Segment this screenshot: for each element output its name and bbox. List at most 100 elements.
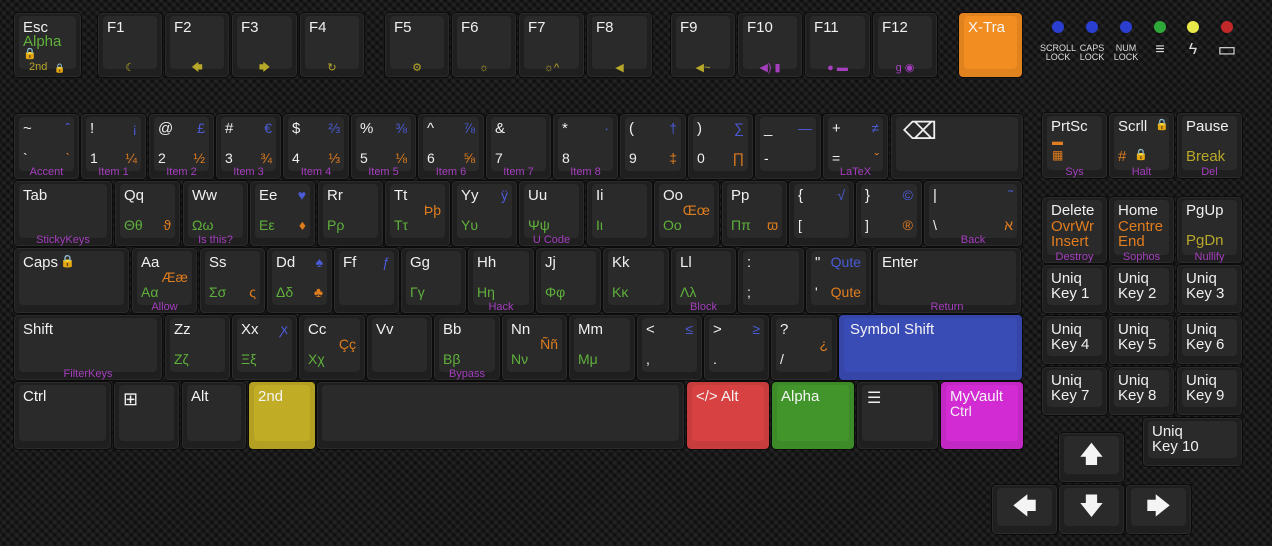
uniq-key-2[interactable]: Uniq Key 2 xyxy=(1108,264,1175,314)
x-key[interactable]: Xx Ξξ ꭗ xyxy=(231,314,298,381)
g-key[interactable]: Gg Γγ xyxy=(400,247,467,314)
f10-key[interactable]: F10 ◀) ▮ xyxy=(737,12,803,78)
n4-key[interactable]: $4 ⅔ ⅓ Item 4 xyxy=(282,113,350,180)
n6-key[interactable]: ^ 6 ⅞ ⅝ Item 6 xyxy=(417,113,485,180)
arrow-right-key[interactable]: 🡆 xyxy=(1125,484,1192,535)
uniq-key-9[interactable]: Uniq Key 9 xyxy=(1176,366,1243,416)
n7-key[interactable]: & 7 Item 7 xyxy=(485,113,552,180)
tab-key[interactable]: Tab StickyKeys xyxy=(13,180,113,247)
uniq-key-5[interactable]: Uniq Key 5 xyxy=(1108,315,1175,365)
uniq-key-7[interactable]: Uniq Key 7 xyxy=(1041,366,1108,416)
z-key[interactable]: Zz Ζζ xyxy=(164,314,231,381)
f5-key[interactable]: F5 ⚙ xyxy=(384,12,450,78)
f3-key[interactable]: F3 🡆 xyxy=(231,12,298,78)
i-key[interactable]: Ii Ιι xyxy=(586,180,653,247)
n3-key[interactable]: #3 € ¾ Item 3 xyxy=(215,113,282,180)
a-key[interactable]: Aa Αα Ææ Allow xyxy=(131,247,198,314)
f2-key[interactable]: F2 🡄 xyxy=(164,12,230,78)
arrow-up-key[interactable]: 🡅 xyxy=(1058,432,1125,483)
f1-key[interactable]: F1 ☾ xyxy=(97,12,163,78)
home-key[interactable]: Home Centre End Sophos xyxy=(1108,196,1175,264)
f-key[interactable]: Ff ƒ xyxy=(333,247,400,314)
arrow-down-key[interactable]: 🡇 xyxy=(1058,484,1125,535)
n1-key[interactable]: ! 1 ¡ ¼ Item 1 xyxy=(80,113,147,180)
f4-key[interactable]: F4 ↻ xyxy=(299,12,365,78)
period-key[interactable]: >. ≥ xyxy=(703,314,770,381)
prtsc-key[interactable]: PrtSc Sys ▬ ▦ xyxy=(1041,112,1108,179)
n-key[interactable]: Nn Νν Ññ xyxy=(501,314,568,381)
m-key[interactable]: Mm Μμ xyxy=(568,314,636,381)
lshift-key[interactable]: Shift FilterKeys xyxy=(13,314,163,381)
f7-key[interactable]: F7 ☼^ xyxy=(518,12,585,78)
l-key[interactable]: Ll Λλ Block xyxy=(670,247,737,314)
scrll-key[interactable]: Scrll # Halt 🔒 🔒 xyxy=(1108,112,1175,179)
base-symbol: 5 xyxy=(360,150,368,166)
space-key[interactable] xyxy=(316,381,685,450)
codealt-key[interactable]: </> Alt xyxy=(686,381,770,450)
n9-key[interactable]: (9 † ‡ xyxy=(619,113,687,180)
r-key[interactable]: Rr Ρρ xyxy=(317,180,384,247)
extra-bottom: Qute xyxy=(830,284,861,300)
quote-key[interactable]: " ' Qute Qute xyxy=(805,247,872,314)
e-key[interactable]: Ee Εε ♥ ♦ xyxy=(249,180,316,247)
n8-key[interactable]: * 8 · Item 8 xyxy=(552,113,619,180)
k-key[interactable]: Kk Κκ xyxy=(602,247,670,314)
delete-key[interactable]: Delete OvrWr Insert Destroy xyxy=(1041,196,1108,264)
v-key[interactable]: Vv xyxy=(366,314,433,381)
win-key[interactable]: ⊞ xyxy=(113,381,180,450)
uniq-key-1[interactable]: Uniq Key 1 xyxy=(1041,264,1108,314)
f6-key[interactable]: F6 ☼ xyxy=(451,12,517,78)
shift-symbol: ! xyxy=(90,120,95,137)
o-key[interactable]: Oo Οο Œœ xyxy=(653,180,720,247)
backspace-key[interactable]: ⌫ xyxy=(890,113,1024,180)
q-key[interactable]: Qq Θθ ϑ xyxy=(114,180,181,247)
uniq-key-10[interactable]: Uniq Key 10 xyxy=(1142,417,1243,467)
uniq-key-6[interactable]: Uniq Key 6 xyxy=(1176,315,1243,365)
alpha-key[interactable]: Alpha xyxy=(771,381,855,450)
esc-key[interactable]: Esc Alpha 🔒 2nd 🔒 xyxy=(13,12,82,78)
alt-key[interactable]: Alt xyxy=(181,381,247,450)
uniq-key-4[interactable]: Uniq Key 4 xyxy=(1041,315,1108,365)
rbracket-key[interactable]: }] © ® xyxy=(855,180,923,247)
f9-key[interactable]: F9 ◀~ xyxy=(670,12,736,78)
n2-key[interactable]: @2 £ ½ Item 2 xyxy=(148,113,215,180)
f8-key[interactable]: F8 ◀ xyxy=(586,12,653,78)
arrow-left-key[interactable]: 🡄 xyxy=(991,484,1058,535)
n0-key[interactable]: ) 0 ∑ ∏ xyxy=(687,113,754,180)
uniq-key-8[interactable]: Uniq Key 8 xyxy=(1108,366,1175,416)
u-key[interactable]: Uu Ψψ U Code xyxy=(518,180,585,247)
y-key[interactable]: Yy Υυ ÿ xyxy=(451,180,518,247)
h-key[interactable]: Hh Ηη Hack xyxy=(467,247,535,314)
n5-key[interactable]: % 5 ⅜ ⅛ Item 5 xyxy=(350,113,417,180)
xtra-key[interactable]: X-Tra xyxy=(958,12,1023,78)
c-key[interactable]: Cc Χχ Çç xyxy=(298,314,366,381)
pgup-key[interactable]: PgUp PgDn Nullify xyxy=(1176,196,1243,264)
second-key[interactable]: 2nd xyxy=(248,381,316,450)
d-key[interactable]: Dd Δδ ♠ ♣ xyxy=(266,247,333,314)
b-key[interactable]: Bb Ββ Bypass xyxy=(433,314,501,381)
lbracket-key[interactable]: {[√ xyxy=(788,180,855,247)
p-key[interactable]: Pp Ππ ϖ xyxy=(721,180,788,247)
backslash-key[interactable]: | \ ˜ א Back xyxy=(923,180,1023,247)
uniq-key-3[interactable]: Uniq Key 3 xyxy=(1176,264,1243,314)
caps-key[interactable]: Caps 🔒 xyxy=(13,247,130,314)
t-key[interactable]: Tt Ττ Þþ xyxy=(384,180,451,247)
grave-key[interactable]: ~ ` ˆ ˋ Accent xyxy=(13,113,80,180)
pause-key[interactable]: Pause Break Del xyxy=(1176,112,1243,179)
f11-key[interactable]: F11 ● ▬ xyxy=(804,12,871,78)
enter-key[interactable]: Enter Return xyxy=(872,247,1022,314)
symbol-top: ≥ xyxy=(752,321,760,337)
ctrl-key[interactable]: Ctrl xyxy=(13,381,112,450)
s-key[interactable]: Ss Σσ ς xyxy=(199,247,266,314)
slash-key[interactable]: ? / ¿ xyxy=(770,314,838,381)
myvault-key[interactable]: MyVault Ctrl xyxy=(940,381,1024,450)
equal-key[interactable]: + = ≠ ˇ LaTeX xyxy=(822,113,889,180)
w-key[interactable]: Ww Ωω Is this? xyxy=(182,180,249,247)
f12-key[interactable]: F12 g ◉ xyxy=(872,12,938,78)
symshift-key[interactable]: Symbol Shift xyxy=(838,314,1023,381)
j-key[interactable]: Jj Φφ xyxy=(535,247,602,314)
minus-key[interactable]: _ - — xyxy=(754,113,822,180)
semicolon-key[interactable]: :; xyxy=(737,247,805,314)
comma-key[interactable]: <, ≤ xyxy=(636,314,703,381)
menu-key[interactable]: ☰ xyxy=(856,381,939,450)
